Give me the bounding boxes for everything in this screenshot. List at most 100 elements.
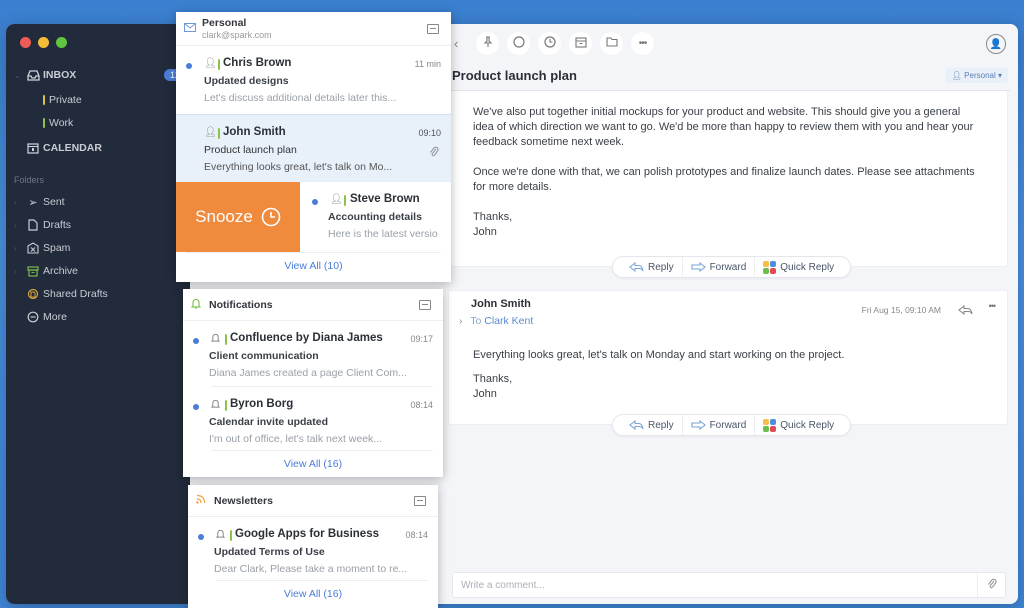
chevron-right-icon[interactable]: › [14, 198, 17, 207]
sidebar-item-inbox[interactable]: ⌄ INBOX 12 [6, 65, 190, 85]
pin-button[interactable] [476, 32, 499, 55]
list-item-selected[interactable]: 👤︎ John Smith 09:10 Product launch plan … [176, 114, 451, 182]
comment-input[interactable] [453, 579, 977, 591]
reply-label: Reply [648, 261, 674, 273]
forward-button[interactable]: Forward [683, 415, 756, 435]
panel-title: Newsletters [214, 494, 273, 507]
timestamp: 11 min [414, 59, 441, 69]
envelope-icon [184, 22, 196, 35]
message-actions: Reply Forward Quick Reply [612, 256, 852, 278]
close-window-button[interactable] [20, 37, 31, 48]
chevron-right-icon[interactable]: › [14, 244, 17, 253]
back-chevron-icon[interactable]: ‹ [454, 36, 458, 51]
clock-icon [261, 207, 281, 227]
thread-subject: Product launch plan [452, 68, 577, 83]
color-tag [230, 530, 232, 541]
sidebar-item-label: Sent [43, 196, 65, 208]
comment-box [452, 572, 1006, 598]
recipient-link[interactable]: Clark Kent [484, 315, 533, 327]
sidebar-item-sent[interactable]: › ➢ Sent [6, 192, 190, 212]
view-all-link[interactable]: View All (16) [188, 581, 438, 607]
divider [216, 580, 428, 581]
rss-icon [196, 494, 206, 507]
color-tag [344, 195, 346, 206]
view-all-link[interactable]: View All (16) [183, 451, 443, 477]
account-chip[interactable]: 👤︎ Personal ▾ [945, 68, 1008, 83]
more-actions-button[interactable]: ••• [631, 32, 654, 55]
list-item[interactable]: Google Apps for Business 08:14 Updated T… [188, 517, 438, 581]
chevron-down-icon[interactable]: ⌄ [14, 71, 21, 80]
list-item[interactable]: 👤︎ Chris Brown 11 min Updated designs Le… [176, 46, 451, 114]
reply-button[interactable]: Reply [621, 257, 683, 277]
quick-reply-icon [763, 260, 777, 274]
attach-button[interactable] [977, 573, 1005, 597]
forward-label: Forward [709, 419, 747, 431]
message-card: John Smith › To Clark Kent Fri Aug 15, 0… [448, 290, 1008, 425]
more-icon[interactable]: ••• [989, 301, 997, 311]
email-preview: Diana James created a page Client Com... [209, 367, 407, 379]
spam-icon [26, 241, 40, 255]
color-tag [225, 334, 227, 345]
reply-icon[interactable] [958, 302, 973, 320]
message-paragraph: Everything looks great, let's talk on Mo… [473, 349, 845, 361]
quick-reply-button[interactable]: Quick Reply [755, 415, 842, 435]
email-subject: Updated designs [204, 75, 289, 87]
archive-icon [574, 36, 587, 51]
forward-button[interactable]: Forward [683, 257, 756, 277]
snooze-button[interactable] [538, 32, 561, 55]
list-item[interactable]: Confluence by Diana James 09:17 Client c… [183, 321, 443, 387]
chevron-right-icon[interactable]: › [14, 267, 17, 276]
pin-icon [483, 36, 493, 51]
message-signoff: Thanks, [473, 211, 513, 223]
paperclip-icon [429, 145, 439, 163]
more-circle-icon [26, 310, 40, 324]
add-participant-button[interactable]: 👤 [986, 34, 1006, 54]
forward-icon [691, 420, 706, 430]
sidebar-item-more[interactable]: More [6, 307, 190, 327]
mark-done-button[interactable] [507, 32, 530, 55]
view-all-link[interactable]: View All (10) [186, 252, 441, 278]
unread-dot [312, 199, 318, 205]
chevron-right-icon[interactable]: › [459, 315, 463, 327]
divider [211, 450, 433, 451]
sidebar-item-label: Archive [43, 265, 79, 277]
sidebar-item-private[interactable]: Private [6, 90, 190, 110]
message-card: We've also put together initial mockups … [448, 91, 1008, 267]
sidebar-item-work[interactable]: Work [6, 113, 190, 133]
bell-icon [190, 298, 202, 312]
person-icon: 👤︎ [951, 71, 962, 80]
color-tag [43, 118, 45, 128]
snooze-swipe-action[interactable]: Snooze [176, 182, 300, 252]
minimize-window-button[interactable] [38, 37, 49, 48]
reply-button[interactable]: Reply [621, 415, 683, 435]
sidebar-item-calendar[interactable]: CALENDAR [6, 138, 190, 158]
list-item[interactable]: Byron Borg 08:14 Calendar invite updated… [183, 387, 443, 451]
quick-reply-button[interactable]: Quick Reply [755, 257, 842, 277]
archive-icon[interactable] [419, 299, 431, 310]
caret-down-icon: ▾ [997, 71, 1002, 80]
sidebar-item-spam[interactable]: › Spam [6, 238, 190, 258]
sidebar-item-drafts[interactable]: › Drafts [6, 215, 190, 235]
personal-inbox-panel: Personal clark@spark.com 👤︎ Chris Brown … [176, 12, 451, 282]
thread-toolbar: ••• [476, 32, 654, 55]
archive-button[interactable] [569, 32, 592, 55]
sender-name: Google Apps for Business [235, 528, 379, 540]
move-to-folder-button[interactable] [600, 32, 623, 55]
to-label: To [470, 315, 482, 327]
sender-name: Confluence by Diana James [230, 332, 383, 344]
sidebar-item-shared-drafts[interactable]: Shared Drafts [6, 284, 190, 304]
sidebar-item-label: Private [49, 94, 82, 106]
archive-icon[interactable] [414, 495, 426, 506]
chevron-right-icon[interactable]: › [14, 221, 17, 230]
quick-reply-icon [763, 418, 777, 432]
zoom-window-button[interactable] [56, 37, 67, 48]
unread-dot [198, 534, 204, 540]
archive-icon[interactable] [427, 23, 439, 34]
person-icon: 👤︎ [204, 127, 217, 138]
sidebar-item-label: Shared Drafts [43, 288, 108, 300]
list-item-swiping[interactable]: Snooze 👤︎ Steve Brown Accounting details… [176, 182, 451, 252]
message-actions: Reply Forward Quick Reply [612, 414, 852, 436]
recipients[interactable]: › To Clark Kent [459, 315, 533, 327]
forward-label: Forward [709, 261, 747, 273]
sidebar-item-archive[interactable]: › Archive [6, 261, 190, 281]
